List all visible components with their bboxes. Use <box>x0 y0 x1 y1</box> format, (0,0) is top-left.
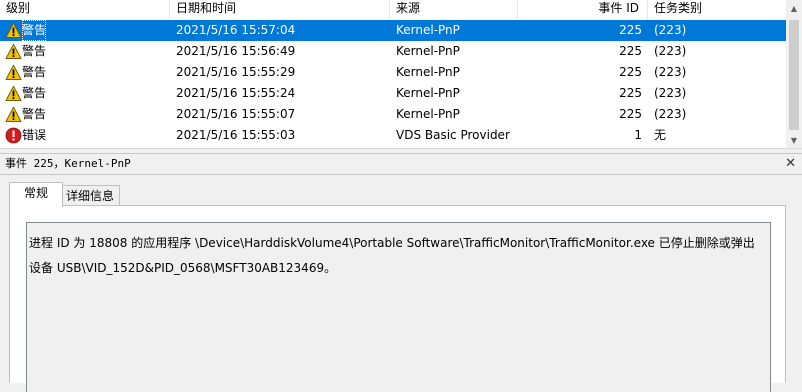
row-level: 警告 <box>22 86 47 100</box>
column-header-row: 级别 日期和时间 来源 事件 ID 任务类别 <box>0 0 786 21</box>
row-task: (223) <box>654 44 687 58</box>
event-row[interactable]: 警告 2021/5/16 15:55:07 Kernel-PnP 225 (223) <box>0 104 786 125</box>
row-source: Kernel-PnP <box>396 23 460 37</box>
row-source: VDS Basic Provider <box>396 128 510 142</box>
row-task: (223) <box>654 86 687 100</box>
row-event-id: 225 <box>619 65 642 79</box>
row-level: 警告 <box>22 65 47 79</box>
event-row[interactable]: 警告 2021/5/16 15:57:04 Kernel-PnP 225 (223) <box>0 20 786 41</box>
description-line-2: 设备 USB\VID_152D&PID_0568\MSFT30AB123469。 <box>29 261 337 275</box>
row-event-id: 1 <box>634 128 642 142</box>
scroll-up-icon[interactable]: ▲ <box>786 0 802 16</box>
description-line-1: 进程 ID 为 18808 的应用程序 \Device\HarddiskVolu… <box>29 236 755 250</box>
column-header-level[interactable]: 级别 <box>0 0 170 20</box>
event-list[interactable]: 级别 日期和时间 来源 事件 ID 任务类别 警告 2021/5/16 15:57… <box>0 0 786 148</box>
row-level: 警告 <box>22 107 47 121</box>
row-event-id: 225 <box>619 44 642 58</box>
close-icon[interactable]: ✕ <box>785 155 796 172</box>
list-vertical-scrollbar[interactable]: ▲ ▼ <box>786 0 802 148</box>
warning-icon <box>5 22 22 39</box>
row-datetime: 2021/5/16 15:55:29 <box>176 65 296 79</box>
event-description[interactable]: 进程 ID 为 18808 的应用程序 \Device\HarddiskVolu… <box>26 222 771 392</box>
row-level: 警告 <box>22 20 47 41</box>
tab-general[interactable]: 常规 <box>9 182 63 207</box>
row-task: (223) <box>654 23 687 37</box>
event-row[interactable]: 警告 2021/5/16 15:55:29 Kernel-PnP 225 (223) <box>0 62 786 83</box>
row-level: 警告 <box>22 44 47 58</box>
row-source: Kernel-PnP <box>396 86 460 100</box>
event-row[interactable]: 错误 2021/5/16 15:55:03 VDS Basic Provider 1 无 <box>0 125 786 146</box>
warning-icon <box>5 64 22 81</box>
row-source: Kernel-PnP <box>396 44 460 58</box>
row-event-id: 225 <box>619 23 642 37</box>
event-row[interactable]: 警告 2021/5/16 15:55:24 Kernel-PnP 225 (223) <box>0 83 786 104</box>
row-event-id: 225 <box>619 107 642 121</box>
event-row[interactable]: 警告 2021/5/16 15:56:49 Kernel-PnP 225 (223) <box>0 41 786 62</box>
general-tab-panel: 进程 ID 为 18808 的应用程序 \Device\HarddiskVolu… <box>9 205 786 392</box>
warning-icon <box>5 106 22 123</box>
warning-icon <box>5 85 22 102</box>
scroll-thumb[interactable] <box>789 20 799 130</box>
row-datetime: 2021/5/16 15:55:07 <box>176 107 296 121</box>
column-header-datetime[interactable]: 日期和时间 <box>170 0 390 20</box>
row-datetime: 2021/5/16 15:55:24 <box>176 86 296 100</box>
detail-header: 事件 225，Kernel-PnP ✕ <box>0 153 802 175</box>
row-task: (223) <box>654 65 687 79</box>
row-source: Kernel-PnP <box>396 107 460 121</box>
detail-title: 事件 225，Kernel-PnP <box>5 157 131 170</box>
row-datetime: 2021/5/16 15:57:04 <box>176 23 296 37</box>
row-task: (223) <box>654 107 687 121</box>
row-event-id: 225 <box>619 86 642 100</box>
row-datetime: 2021/5/16 15:55:03 <box>176 128 296 142</box>
scroll-down-icon[interactable]: ▼ <box>786 132 802 148</box>
row-datetime: 2021/5/16 15:56:49 <box>176 44 296 58</box>
row-source: Kernel-PnP <box>396 65 460 79</box>
column-header-source[interactable]: 来源 <box>390 0 518 20</box>
tab-details[interactable]: 详细信息 <box>60 185 120 207</box>
error-icon <box>5 127 22 144</box>
column-header-event-id[interactable]: 事件 ID <box>518 0 648 20</box>
column-header-task[interactable]: 任务类别 <box>648 0 786 20</box>
warning-icon <box>5 43 22 60</box>
row-level: 错误 <box>22 128 47 142</box>
row-task: 无 <box>654 128 667 142</box>
